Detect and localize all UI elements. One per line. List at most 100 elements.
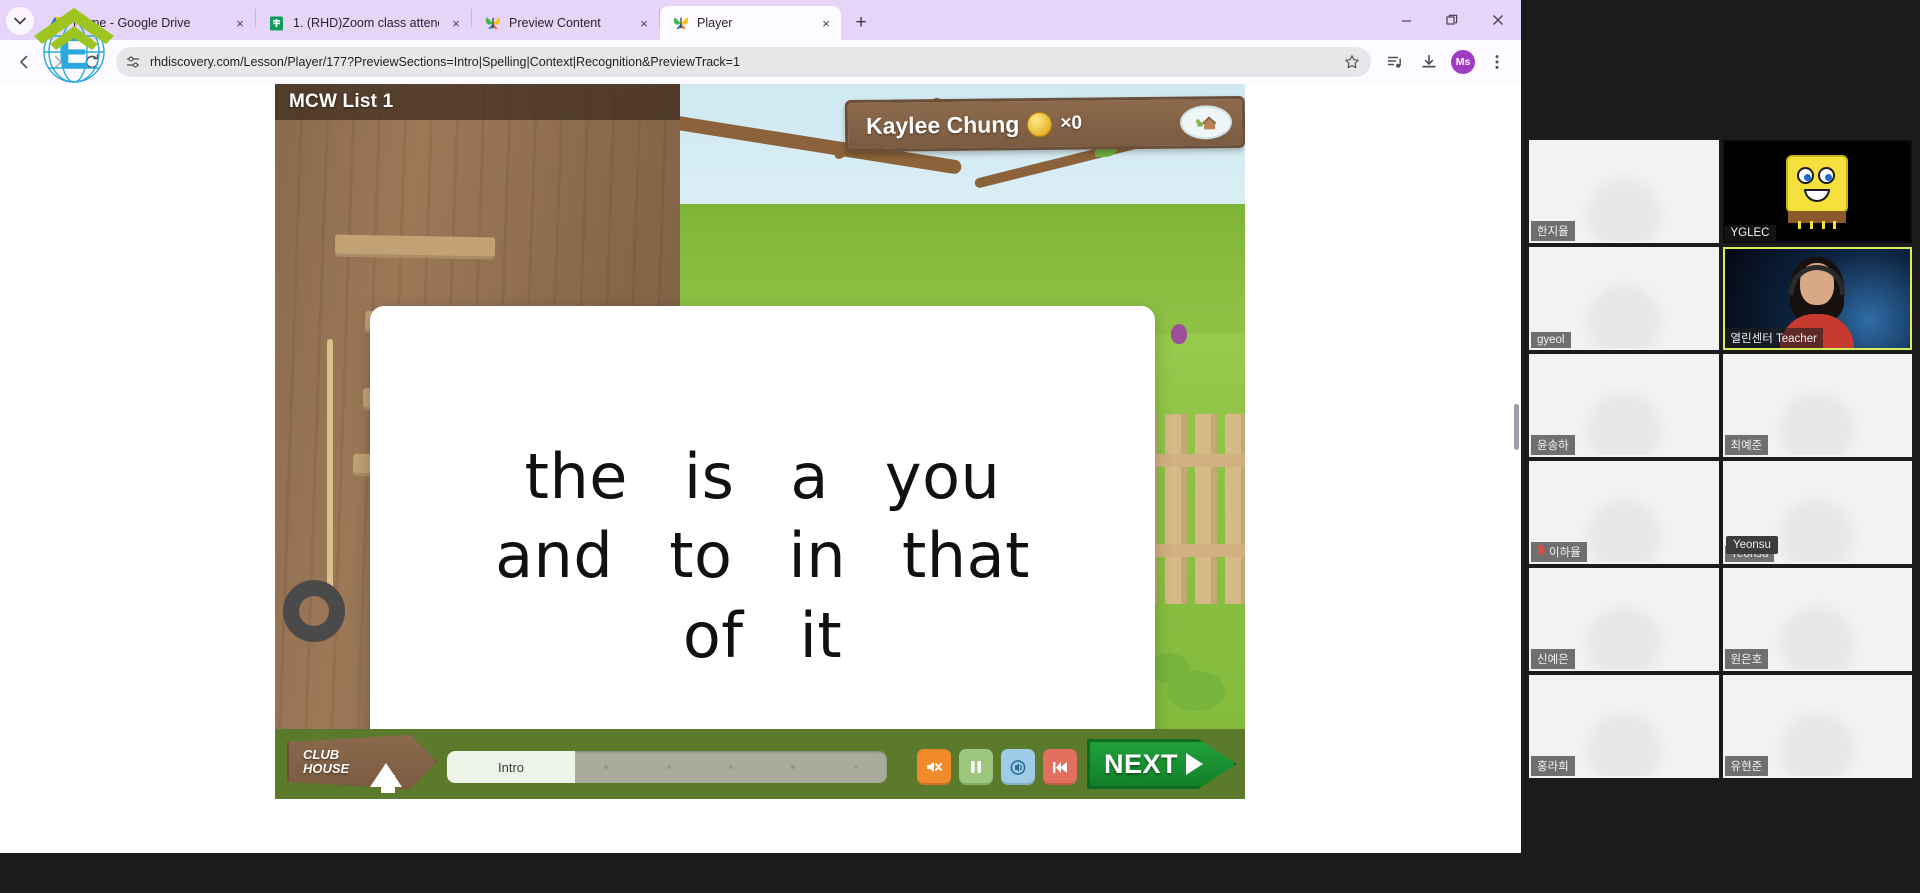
tab-player[interactable]: Player × [660, 6, 841, 40]
speaker-replay-icon[interactable] [1001, 749, 1035, 785]
tab-close-button[interactable]: × [817, 14, 835, 32]
balloon [1171, 324, 1187, 344]
word-row: the is a you [525, 438, 1001, 516]
participant-tile[interactable]: 원은호 [1722, 568, 1912, 671]
e-learning-globe-logo: E [22, 2, 126, 88]
participant-name-text: 원은호 [1730, 654, 1763, 666]
participant-name-text: YGLEC [1730, 227, 1770, 239]
progress-tick [728, 765, 733, 769]
participant-name: 윤송하 [1531, 435, 1575, 455]
progress-remaining [575, 751, 887, 783]
word-item[interactable]: that [902, 517, 1030, 595]
no-sound-icon[interactable] [917, 749, 951, 785]
video-blur [1586, 498, 1661, 562]
tire-swing [283, 580, 345, 642]
minimize-button[interactable] [1383, 0, 1429, 40]
address-bar[interactable]: rhdiscovery.com/Lesson/Player/177?Previe… [116, 47, 1371, 77]
participant-name-text: 홍라희 [1537, 761, 1569, 773]
student-name: Kaylee Chung [865, 110, 1020, 139]
participant-name: 열린센터 Teacher [1724, 328, 1823, 348]
participant-tile-teacher[interactable]: 열린센터 Teacher [1722, 247, 1912, 350]
participant-tile[interactable]: 최예준 [1722, 354, 1912, 457]
tab-title: Preview Content [509, 16, 601, 30]
maximize-restore-button[interactable] [1429, 0, 1475, 40]
participant-name: 원은호 [1724, 649, 1769, 669]
progress-segment-current[interactable]: Intro [447, 751, 575, 783]
word-item[interactable]: you [885, 438, 1000, 516]
participant-name: 홍라희 [1531, 756, 1575, 776]
clubhouse-button[interactable]: CLUB HOUSE [287, 734, 437, 790]
up-arrow-stem [381, 775, 395, 793]
pause-icon[interactable] [959, 749, 993, 785]
participant-name: 유현준 [1724, 756, 1769, 776]
participant-name-text: 최예준 [1730, 440, 1763, 452]
word-item[interactable]: a [790, 438, 829, 516]
participant-tooltip: Yeonsu [1726, 536, 1778, 554]
lesson-progress-bar[interactable]: Intro [447, 751, 887, 783]
tab-preview-content[interactable]: Preview Content × [472, 6, 659, 40]
tab-close-button[interactable]: × [231, 14, 249, 32]
participant-tile[interactable]: 유현준 [1722, 675, 1912, 778]
word-item[interactable]: in [788, 517, 846, 595]
reading-list-icon[interactable] [1379, 46, 1411, 78]
lesson-player-stage: MCW List 1 Kaylee Chung ×0 the is a you … [275, 84, 1245, 799]
word-item[interactable]: and [495, 517, 613, 595]
participant-name: 신예은 [1531, 649, 1575, 669]
tab-strip: Home - Google Drive × 1. (RHD)Zoom class… [0, 0, 1521, 40]
word-item[interactable]: is [684, 438, 735, 516]
gold-coin-icon [1027, 111, 1053, 137]
page-settings-icon[interactable] [124, 53, 142, 71]
participant-tile[interactable]: gyeol [1529, 247, 1719, 350]
page-title: MCW List 1 [289, 91, 394, 112]
browser-window: Home - Google Drive × 1. (RHD)Zoom class… [0, 0, 1521, 853]
student-name-sign: Kaylee Chung ×0 [844, 95, 1245, 153]
word-item[interactable]: of [683, 597, 744, 675]
word-item[interactable]: to [669, 517, 732, 595]
participant-name-text: 이하율 [1549, 547, 1581, 559]
new-tab-button[interactable]: + [847, 8, 875, 36]
google-sheets-icon [268, 15, 285, 32]
bush [1149, 653, 1189, 683]
lesson-title-bar: MCW List 1 [275, 84, 680, 120]
next-button-label: NEXT [1104, 748, 1179, 779]
tab-close-button[interactable]: × [447, 14, 465, 32]
participant-tile[interactable]: 한지율 [1529, 140, 1719, 243]
video-blur [1586, 712, 1661, 776]
participant-name-text: gyeol [1537, 334, 1565, 346]
participant-tile[interactable]: 홍라희 [1529, 675, 1719, 778]
close-window-button[interactable] [1475, 0, 1521, 40]
participant-tile[interactable]: YGLEC [1722, 140, 1912, 243]
page-scrollbar[interactable] [1514, 404, 1519, 450]
bookmark-star-icon[interactable] [1339, 49, 1365, 75]
participant-tile[interactable]: 이하율 [1529, 461, 1719, 564]
participant-name-text: 한지율 [1537, 226, 1569, 238]
word-row: of it [683, 597, 842, 675]
word-item[interactable]: the [525, 438, 628, 516]
participant-tile[interactable]: 신예은 [1529, 568, 1719, 671]
download-icon[interactable] [1413, 46, 1445, 78]
participant-name-text: 열린센터 Teacher [1730, 333, 1817, 345]
rewind-to-start-icon[interactable] [1043, 749, 1077, 785]
video-blur [1586, 605, 1661, 669]
tab-close-button[interactable]: × [635, 14, 653, 32]
profile-avatar[interactable]: Ms [1451, 50, 1475, 74]
participant-name: 이하율 [1531, 542, 1587, 562]
progress-tick [666, 765, 671, 769]
participant-name: 최예준 [1724, 435, 1769, 455]
participant-name-text: 신예은 [1537, 654, 1569, 666]
participant-name: gyeol [1531, 332, 1571, 348]
tab-rhd-zoom-class-attendance[interactable]: 1. (RHD)Zoom class attendance × [256, 6, 471, 40]
treehouse-badge-icon[interactable] [1179, 105, 1233, 140]
video-blur [1586, 177, 1661, 241]
coin-count: ×0 [1060, 112, 1083, 134]
next-button[interactable]: NEXT [1087, 739, 1237, 789]
three-dot-menu-icon[interactable] [1481, 46, 1513, 78]
tab-title: Player [697, 16, 733, 30]
participant-grid: 한지율 YGLEC gyeol 열린센터 Teacher 윤송하 최예준 이하율… [1529, 140, 1912, 778]
zoom-participant-panel: 한지율 YGLEC gyeol 열린센터 Teacher 윤송하 최예준 이하율… [1521, 0, 1920, 893]
participant-tile[interactable]: 윤송하 [1529, 354, 1719, 457]
video-blur [1780, 605, 1855, 669]
video-blur [1780, 391, 1855, 455]
word-item[interactable]: it [800, 597, 843, 675]
participant-name-text: 윤송하 [1537, 440, 1569, 452]
